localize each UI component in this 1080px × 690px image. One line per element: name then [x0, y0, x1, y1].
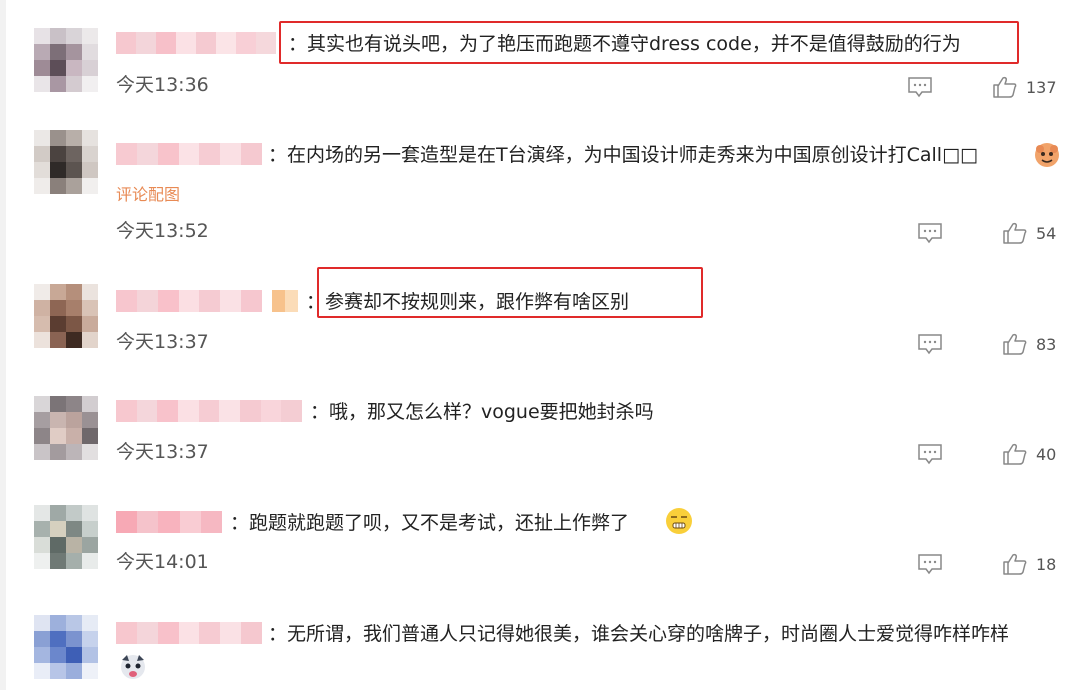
badge-blurred — [272, 290, 298, 312]
username-blurred[interactable] — [116, 143, 263, 165]
comment-image-link[interactable]: 评论配图 — [116, 181, 180, 205]
timestamp: 今天13:52 — [116, 220, 209, 242]
username-blurred[interactable] — [116, 32, 276, 54]
username-blurred[interactable] — [116, 400, 303, 422]
comment-icon[interactable] — [917, 553, 943, 575]
timestamp: 今天13:37 — [116, 331, 209, 353]
avatar[interactable] — [34, 396, 98, 460]
username-blurred[interactable] — [116, 290, 263, 312]
emoji-icon — [666, 508, 692, 534]
emoji-icon — [1035, 143, 1059, 167]
like-count: 83 — [1036, 335, 1057, 354]
username-blurred[interactable] — [116, 622, 263, 644]
timestamp: 今天13:37 — [116, 441, 209, 463]
avatar[interactable] — [34, 284, 98, 348]
thumbs-up-icon[interactable] — [1002, 221, 1028, 245]
like-count: 54 — [1036, 224, 1057, 243]
avatar[interactable] — [34, 130, 98, 194]
comment-icon[interactable] — [917, 333, 943, 355]
left-border — [0, 0, 6, 690]
comment-text: ：哦，那又怎么样？vogue要把她封杀吗 — [310, 401, 654, 423]
highlight-box — [279, 21, 1019, 64]
thumbs-up-icon[interactable] — [1002, 442, 1028, 466]
comment-text: ：无所谓，我们普通人只记得她很美，谁会关心穿的啥牌子，时尚圈人士爱觉得咋样咋样 — [268, 623, 1010, 645]
comment-icon[interactable] — [917, 222, 943, 244]
comment-icon[interactable] — [907, 76, 933, 98]
comment-text: ：在内场的另一套造型是在T台演绎，为中国设计师走秀来为中国原创设计打Call□□ — [268, 144, 978, 166]
avatar[interactable] — [34, 615, 98, 679]
timestamp: 今天14:01 — [116, 551, 209, 573]
like-count: 18 — [1036, 555, 1057, 574]
thumbs-up-icon[interactable] — [1002, 552, 1028, 576]
thumbs-up-icon[interactable] — [992, 75, 1018, 99]
emoji-icon — [121, 655, 145, 679]
avatar[interactable] — [34, 505, 98, 569]
thumbs-up-icon[interactable] — [1002, 332, 1028, 356]
comment-icon[interactable] — [917, 443, 943, 465]
like-count: 40 — [1036, 445, 1057, 464]
username-blurred[interactable] — [116, 511, 223, 533]
highlight-box — [317, 267, 703, 318]
comment-text: ：跑题就跑题了呗，又不是考试，还扯上作弊了 — [230, 512, 630, 534]
like-count: 137 — [1026, 78, 1057, 97]
avatar[interactable] — [34, 28, 98, 92]
timestamp: 今天13:36 — [116, 74, 209, 96]
